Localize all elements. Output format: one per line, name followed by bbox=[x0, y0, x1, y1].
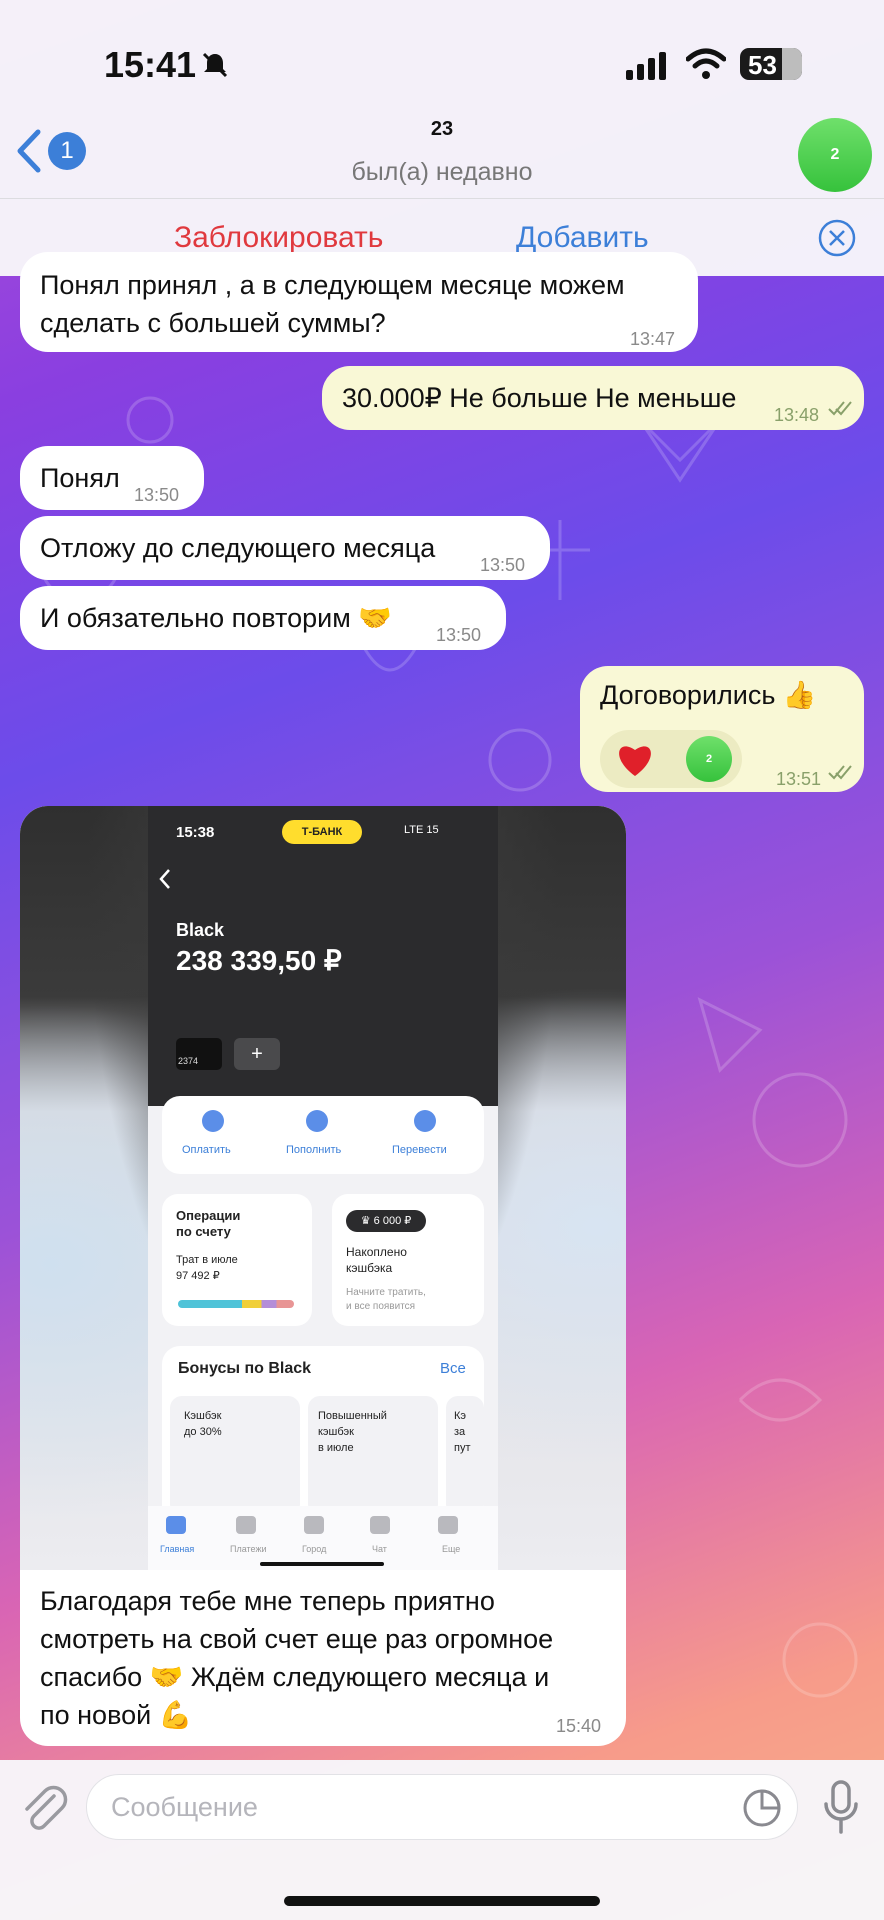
message-time: 13:50 bbox=[480, 555, 526, 575]
heart-icon bbox=[619, 746, 651, 776]
back-chevron-icon[interactable] bbox=[14, 128, 44, 174]
message-text: Понял bbox=[40, 463, 120, 493]
reaction-user-avatar: 2 bbox=[686, 736, 732, 782]
quick-actions: Оплатить Пополнить Перевести bbox=[162, 1096, 484, 1174]
transfer-action: Перевести bbox=[392, 1144, 447, 1156]
photo-message[interactable]: 15:38 Т-БАНК LTE 15 Black 238 339,50 ₽ 2… bbox=[20, 806, 626, 1746]
battery-indicator: 53 bbox=[740, 48, 802, 80]
unread-count-badge[interactable]: 1 bbox=[48, 132, 86, 170]
message-text: Понял принял , а в следующем месяце може… bbox=[40, 270, 625, 300]
message-incoming[interactable]: Понял принял , а в следующем месяце може… bbox=[20, 252, 698, 352]
message-time: 13:51 bbox=[776, 769, 822, 789]
wifi-icon bbox=[686, 48, 726, 79]
message-text: сделать с большей суммы? bbox=[40, 308, 386, 338]
caption-line: спасибо 🤝 Ждём следующего месяца и bbox=[40, 1662, 550, 1692]
message-time: 13:50 bbox=[436, 625, 482, 645]
message-input[interactable] bbox=[86, 1774, 798, 1840]
pay-action: Оплатить bbox=[182, 1144, 231, 1156]
card-number: 2374 bbox=[178, 1056, 199, 1066]
microphone-icon[interactable] bbox=[822, 1780, 860, 1834]
bank-logo: Т-БАНК bbox=[282, 820, 362, 844]
contact-avatar[interactable]: 2 bbox=[798, 118, 872, 192]
home-indicator bbox=[284, 1896, 600, 1906]
message-text: И обязательно повторим 🤝 bbox=[40, 603, 392, 633]
message-outgoing[interactable]: 30.000₽ Не больше Не меньше 13:48 bbox=[322, 366, 864, 430]
status-time: 15:41 bbox=[104, 44, 197, 85]
message-incoming[interactable]: Отложу до следующего месяца 13:50 bbox=[20, 516, 550, 580]
message-reaction[interactable]: 2 bbox=[600, 730, 742, 788]
message-time: 15:40 bbox=[556, 1716, 602, 1736]
caption-line: по новой 💪 bbox=[40, 1700, 193, 1730]
photo-status-time: 15:38 bbox=[176, 824, 215, 841]
bank-tab-bar: Главная Платежи Город Чат Еще bbox=[148, 1506, 498, 1570]
account-name: Black bbox=[176, 920, 225, 940]
chat-last-seen: был(а) недавно bbox=[351, 158, 533, 186]
message-time: 13:50 bbox=[134, 485, 180, 505]
close-icon[interactable] bbox=[818, 219, 856, 257]
add-card-icon: + bbox=[234, 1038, 280, 1070]
cellular-signal-icon bbox=[626, 52, 666, 80]
bank-app-screenshot: 15:38 Т-БАНК LTE 15 Black 238 339,50 ₽ 2… bbox=[148, 806, 498, 1570]
message-text: Отложу до следующего месяца bbox=[40, 533, 436, 563]
top-bar: 15:41 53 1 23 был(а) недавно 2 bbox=[0, 0, 884, 198]
read-checkmarks-icon bbox=[828, 401, 852, 416]
photo-back-icon bbox=[159, 869, 170, 889]
message-incoming[interactable]: И обязательно повторим 🤝 13:50 bbox=[20, 586, 506, 650]
message-time: 13:48 bbox=[774, 405, 820, 425]
message-text: 30.000₽ Не больше Не меньше bbox=[342, 383, 737, 413]
photo-status-network: LTE 15 bbox=[404, 824, 439, 836]
add-contact-button[interactable]: Добавить bbox=[516, 221, 649, 255]
bell-muted-icon bbox=[202, 52, 228, 78]
caption-line: смотреть на свой счет еще раз огромное bbox=[40, 1624, 554, 1654]
block-button[interactable]: Заблокировать bbox=[174, 221, 383, 255]
spending-bar bbox=[178, 1300, 294, 1308]
account-balance: 238 339,50 ₽ bbox=[176, 945, 342, 976]
operations-card: Операции по счету Трат в июле 97 492 ₽ bbox=[162, 1194, 312, 1326]
bank-screenshot-image[interactable]: 15:38 Т-БАНК LTE 15 Black 238 339,50 ₽ 2… bbox=[20, 806, 626, 1570]
photo-caption: Благодаря тебе мне теперь приятно смотре… bbox=[40, 1582, 610, 1734]
battery-level: 53 bbox=[748, 50, 777, 80]
read-checkmarks-icon bbox=[828, 765, 852, 780]
message-outgoing[interactable]: Договорились 👍 2 13:51 bbox=[580, 666, 864, 792]
chat-title[interactable]: 23 bbox=[342, 118, 542, 141]
message-input-bar bbox=[0, 1760, 884, 1920]
message-text: Договорились 👍 bbox=[600, 680, 817, 710]
caption-line: Благодаря тебе мне теперь приятно bbox=[40, 1586, 495, 1616]
message-time: 13:47 bbox=[630, 329, 676, 349]
topup-action: Пополнить bbox=[286, 1144, 342, 1156]
cashback-card: ♛ 6 000 ₽ Накоплено кэшбэка Начните трат… bbox=[332, 1194, 484, 1326]
bonuses-section: Бонусы по Black Все Кэшбэк до 30% Повыше… bbox=[162, 1346, 484, 1516]
sticker-icon[interactable] bbox=[742, 1788, 782, 1828]
message-incoming[interactable]: Понял 13:50 bbox=[20, 446, 204, 510]
attach-icon[interactable] bbox=[20, 1782, 68, 1834]
